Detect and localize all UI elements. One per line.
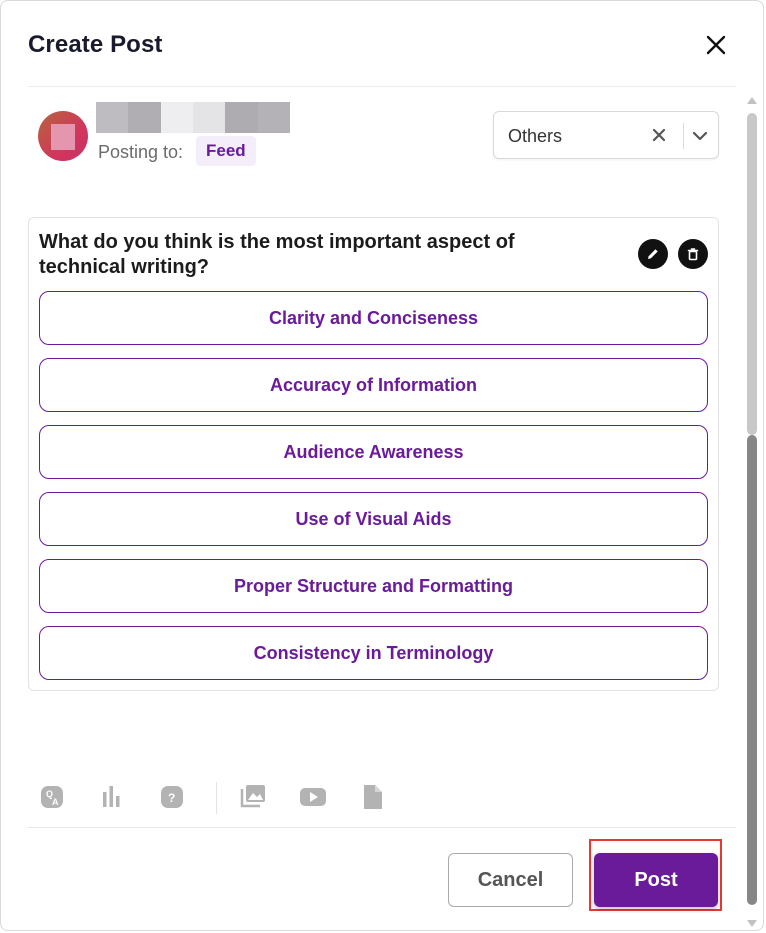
redacted-block bbox=[128, 102, 161, 133]
redacted-block bbox=[192, 102, 226, 133]
redacted-block bbox=[225, 102, 258, 133]
dialog-title: Create Post bbox=[28, 31, 163, 58]
scrollbar-thumb[interactable] bbox=[747, 435, 757, 905]
create-post-dialog: Create Post Posting to: Feed Others What… bbox=[0, 0, 764, 931]
scrollbar-track-upper[interactable] bbox=[747, 113, 757, 435]
header-divider bbox=[28, 86, 736, 87]
redacted-block bbox=[257, 102, 290, 133]
footer-divider bbox=[28, 827, 736, 828]
pencil-icon[interactable] bbox=[638, 239, 668, 269]
toolbar-separator bbox=[216, 782, 217, 814]
destination-badge: Feed bbox=[196, 136, 256, 166]
poll-option[interactable]: Proper Structure and Formatting bbox=[39, 559, 708, 613]
poll-chart-icon[interactable] bbox=[98, 782, 128, 812]
poll-card: What do you think is the most important … bbox=[28, 217, 719, 691]
poll-option[interactable]: Audience Awareness bbox=[39, 425, 708, 479]
trash-icon[interactable] bbox=[678, 239, 708, 269]
category-value: Others bbox=[508, 126, 563, 146]
post-button[interactable]: Post bbox=[594, 853, 718, 907]
redacted-block bbox=[96, 102, 129, 133]
cancel-button[interactable]: Cancel bbox=[448, 853, 573, 907]
poll-question: What do you think is the most important … bbox=[39, 231, 515, 278]
scrollbar[interactable] bbox=[745, 97, 759, 927]
document-icon[interactable] bbox=[358, 782, 388, 812]
image-gallery-icon[interactable] bbox=[238, 782, 268, 812]
clear-x-icon[interactable] bbox=[650, 126, 668, 144]
qa-icon[interactable]: Q A bbox=[38, 782, 68, 812]
scroll-down-arrow-icon[interactable] bbox=[747, 920, 757, 927]
avatar bbox=[38, 111, 88, 161]
close-icon[interactable] bbox=[701, 30, 731, 60]
svg-text:?: ? bbox=[168, 791, 175, 805]
youtube-icon[interactable] bbox=[298, 782, 328, 812]
svg-text:A: A bbox=[52, 797, 59, 807]
username-redacted bbox=[96, 102, 290, 133]
poll-option[interactable]: Clarity and Conciseness bbox=[39, 291, 708, 345]
poll-option[interactable]: Use of Visual Aids bbox=[39, 492, 708, 546]
posting-to-label: Posting to: bbox=[98, 142, 184, 162]
select-separator bbox=[683, 123, 684, 149]
redacted-block bbox=[160, 102, 193, 133]
scroll-up-arrow-icon[interactable] bbox=[747, 97, 757, 104]
chevron-down-icon[interactable] bbox=[691, 127, 709, 145]
question-icon[interactable]: ? bbox=[158, 782, 188, 812]
poll-option[interactable]: Accuracy of Information bbox=[39, 358, 708, 412]
avatar-image bbox=[51, 124, 75, 150]
category-select[interactable]: Others bbox=[493, 111, 719, 159]
poll-option[interactable]: Consistency in Terminology bbox=[39, 626, 708, 680]
